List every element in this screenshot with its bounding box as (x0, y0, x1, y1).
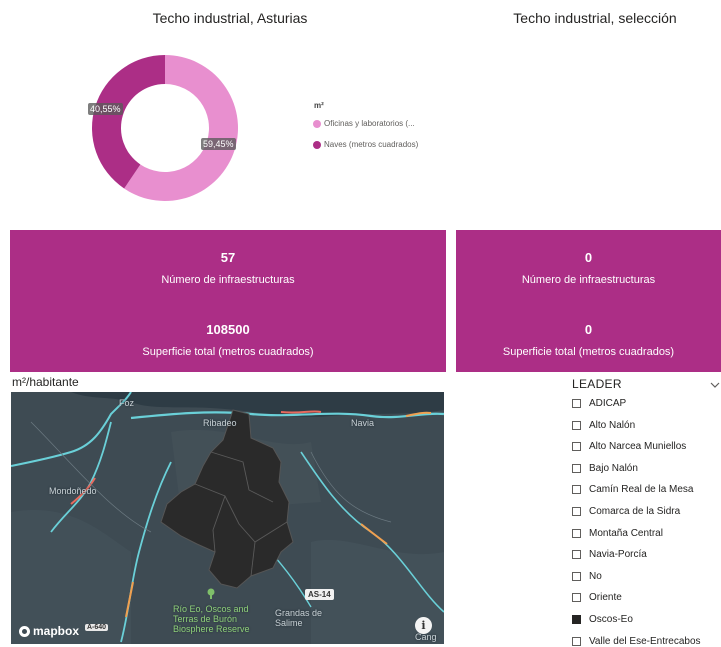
chevron-down-icon[interactable] (710, 377, 720, 388)
slicer-item[interactable]: Montaña Central (572, 528, 663, 539)
slicer-item[interactable]: Bajo Nalón (572, 463, 638, 474)
slicer-item[interactable]: ADICAP (572, 398, 626, 409)
slicer-checkbox[interactable] (572, 463, 581, 473)
slicer-checkbox[interactable] (572, 615, 581, 624)
slicer-item-label: Oriente (589, 592, 622, 604)
map-label-ribadeo: Ribadeo (203, 418, 237, 428)
slicer-checkbox[interactable] (572, 571, 581, 581)
slicer-item-label: Oscos-Eo (589, 614, 633, 625)
slicer-item-label: Bajo Nalón (589, 462, 638, 474)
donut-chart[interactable] (85, 48, 245, 208)
slicer-item-label: No (589, 570, 602, 582)
infrastructure-count-value: 57 (220, 250, 236, 265)
map-label-navia: Navia (351, 418, 375, 428)
road-shield-as14: AS-14 (305, 589, 334, 600)
infrastructure-count-label: Número de infraestructuras (521, 274, 656, 286)
slicer-item[interactable]: Navia-Porcía (572, 549, 647, 560)
mapbox-logo[interactable]: mapbox (19, 624, 79, 638)
slicer-checkbox[interactable] (572, 420, 581, 430)
legend-swatch (313, 140, 321, 149)
slicer-item-label: Camín Real de la Mesa (589, 484, 694, 496)
infrastructure-count-label: Número de infraestructuras (161, 274, 295, 286)
slicer-item-label: ADICAP (589, 398, 627, 409)
slicer-item-label: Alto Narcea Muniellos (589, 441, 687, 453)
donut-chart-title: Techo industrial, Asturias (152, 10, 308, 26)
donut-slice-label-naves: 40,55% (88, 103, 123, 115)
legend-label: Naves (metros cuadrados) (324, 140, 419, 149)
map-label-mondonedo: Mondoñedo (49, 486, 97, 496)
infrastructure-count-value: 0 (584, 250, 593, 265)
road-shield-a640: A-640 (85, 624, 109, 631)
donut-slice-label-oficinas: 59,45% (201, 138, 236, 150)
total-area-label: Superficie total (metros cuadrados) (502, 346, 675, 358)
map-label-biosphere-reserve: Río Eo, Oscos and Terras de Burón Biosph… (173, 604, 250, 634)
total-area-label: Superficie total (metros cuadrados) (142, 346, 314, 358)
slicer-item[interactable]: Alto Narcea Muniellos (572, 441, 686, 452)
slicer-checkbox[interactable] (572, 485, 581, 495)
slicer-checkbox[interactable] (572, 442, 581, 452)
summary-card-selection: 0 Número de infraestructuras 0 Superfici… (456, 230, 721, 372)
slicer-checkbox[interactable] (572, 550, 581, 560)
summary-card-asturias: 57 Número de infraestructuras 108500 Sup… (10, 230, 446, 372)
slicer-item[interactable]: Alto Nalón (572, 420, 635, 431)
slicer-item[interactable]: Comarca de la Sidra (572, 506, 680, 517)
map-title: m²/habitante (12, 375, 79, 389)
slicer-item-label: Montaña Central (589, 527, 663, 539)
map[interactable]: Foz Ribadeo Navia Mondoñedo Río Eo, Osco… (11, 392, 444, 644)
map-label-grandas: Grandas de Salime (275, 608, 323, 628)
legend-item-naves[interactable]: Naves (metros cuadrados) (313, 140, 418, 149)
slicer-item-label: Comarca de la Sidra (589, 506, 681, 517)
slicer-item[interactable]: Camín Real de la Mesa (572, 484, 694, 495)
slicer-item-label: Navia-Porcía (589, 549, 647, 561)
slicer-checkbox[interactable] (572, 507, 581, 516)
legend-title: m² (314, 101, 324, 110)
slicer-item[interactable]: Oriente (572, 592, 622, 603)
slicer-title: LEADER (572, 377, 622, 391)
map-label-foz: Foz (119, 398, 135, 408)
legend-label: Oficinas y laboratorios (... (324, 119, 415, 128)
slicer-item[interactable]: No (572, 571, 602, 582)
mapbox-attribution: mapbox (33, 624, 80, 638)
slicer-item-label: Valle del Ese-Entrecabos (589, 635, 701, 647)
slicer-item[interactable]: Valle del Ese-Entrecabos (572, 636, 701, 647)
mapbox-logo-icon (19, 625, 30, 637)
slicer-checkbox[interactable] (572, 636, 581, 646)
legend-item-oficinas[interactable]: Oficinas y laboratorios (... (313, 119, 415, 128)
slicer-item-label: Alto Nalón (589, 419, 636, 431)
info-icon[interactable]: i (415, 617, 432, 634)
selection-panel-title: Techo industrial, selección (513, 10, 677, 26)
slicer-checkbox[interactable] (572, 593, 581, 603)
slicer-item[interactable]: Oscos-Eo (572, 614, 633, 625)
slicer-checkbox[interactable] (572, 528, 581, 538)
slicer-checkbox[interactable] (572, 399, 581, 408)
total-area-value: 108500 (206, 322, 250, 337)
donut-slice-naves[interactable] (91, 55, 165, 189)
legend-swatch (313, 119, 321, 128)
total-area-value: 0 (584, 322, 593, 337)
